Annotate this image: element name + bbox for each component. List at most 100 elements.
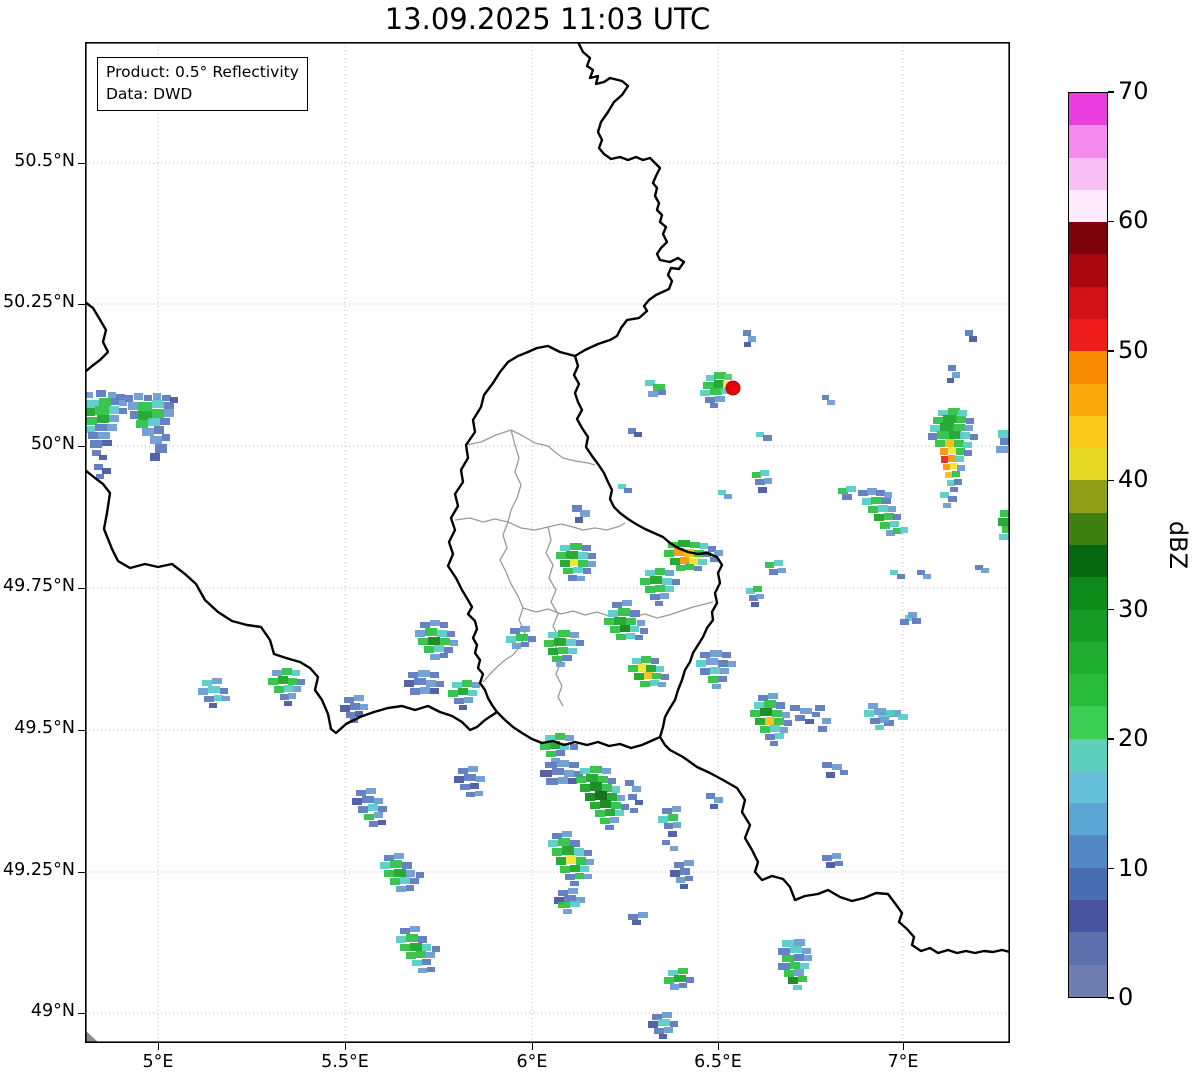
radar-echo-cell — [658, 682, 666, 687]
radar-echo-cell — [569, 762, 579, 768]
radar-echo-cell — [570, 632, 579, 638]
radar-echo-cell — [622, 600, 632, 606]
radar-echo-cell — [774, 560, 783, 566]
x-axis-tick — [902, 1043, 904, 1050]
radar-echo-cell — [608, 778, 616, 784]
radar-echo-cell — [595, 791, 607, 800]
radar-echo-cell — [818, 726, 827, 732]
radar-echo-cell — [562, 655, 572, 661]
radar-echo-cell — [708, 676, 718, 683]
radar-echo-cell — [420, 687, 430, 694]
radar-echo-cell — [750, 710, 760, 717]
radar-echo-cell — [680, 868, 690, 875]
radar-echo-cell — [562, 846, 574, 855]
radar-echo-cell — [152, 409, 164, 418]
radar-echo-cell — [690, 542, 700, 548]
radar-echo-cell — [611, 802, 621, 809]
colorbar-segment — [1069, 609, 1107, 642]
radar-echo-cell — [635, 635, 643, 640]
radar-echo-cell — [356, 790, 366, 796]
radar-echo-cell — [874, 708, 886, 715]
radar-echo-cell — [568, 648, 577, 654]
radar-echo-cell — [662, 1012, 672, 1018]
radar-echo-cell — [698, 559, 707, 565]
radar-echo-cell — [570, 901, 580, 907]
radar-echo-cell — [288, 678, 297, 685]
radar-echo-cell — [454, 698, 464, 704]
radar-echo-cell — [780, 727, 788, 733]
radar-echo-cell — [768, 693, 778, 699]
radar-echo-cell — [948, 455, 956, 462]
radar-echo-cell — [346, 712, 355, 718]
radar-echo-cell — [99, 455, 107, 460]
radar-echo-cell — [941, 456, 948, 463]
radar-echo-cell — [466, 792, 475, 797]
map-frame-border — [85, 42, 1010, 1043]
radar-echo-cell — [744, 342, 751, 347]
radar-echo-cell — [544, 640, 554, 647]
radar-echo-cell — [870, 718, 880, 724]
radar-echo-cell — [890, 521, 899, 527]
colorbar-tick — [1108, 479, 1114, 482]
radar-echo-cell — [890, 570, 898, 575]
radar-echo-cell — [94, 464, 103, 470]
radar-echo-cell — [558, 630, 570, 637]
radar-echo-cell — [760, 708, 772, 716]
radar-echo-cell — [390, 878, 400, 885]
radar-echo-cell — [394, 853, 404, 859]
radar-echo-cell — [580, 784, 590, 792]
radar-echo-cell — [556, 662, 565, 667]
radar-echo-cell — [554, 638, 566, 646]
radar-echo-cell — [600, 800, 611, 808]
x-axis-tick-label: 7°E — [887, 1052, 919, 1072]
radar-echo-cell — [658, 816, 668, 823]
radar-echo-cell — [625, 780, 634, 786]
radar-echo-cell — [556, 857, 566, 865]
radar-echo-cell — [414, 678, 426, 685]
radar-echo-cell — [948, 496, 957, 502]
radar-echo-cell — [583, 568, 591, 574]
radar-echo-cell — [400, 877, 410, 884]
y-axis-tick-label: 50.25°N — [3, 292, 75, 312]
radar-echo-cell — [630, 808, 638, 813]
radar-echo-cell — [396, 936, 406, 943]
radar-echo-cell — [568, 575, 577, 581]
radar-echo-cell — [875, 725, 884, 730]
colorbar-tick-label: 20 — [1118, 724, 1149, 753]
radar-echo-cell — [654, 1028, 664, 1034]
radar-echo-cell — [630, 626, 639, 632]
radar-echo-cell — [963, 442, 972, 448]
radar-echo-cell — [772, 710, 782, 717]
radar-echo-cell — [948, 447, 956, 454]
radar-echo-cell — [641, 656, 651, 663]
radar-echo-cell — [948, 365, 956, 371]
radar-echo-cell — [645, 586, 655, 593]
radar-echo-cell — [628, 914, 638, 920]
radar-echo-cell — [468, 766, 478, 772]
x-axis-tick-label: 6°E — [516, 1052, 548, 1072]
district-border — [482, 521, 526, 683]
colorbar-tick-label: 60 — [1118, 206, 1149, 235]
radar-echo-cell — [520, 626, 530, 632]
radar-echo-cell — [676, 877, 685, 883]
radar-echo-cell — [558, 838, 570, 846]
radar-echo-cell — [943, 503, 951, 508]
radar-echo-cell — [743, 330, 751, 336]
radar-echo-cell — [590, 782, 602, 791]
radar-echo-cell — [548, 648, 558, 655]
radar-echo-cell — [710, 804, 718, 809]
radar-echo-cell — [645, 570, 655, 576]
radar-echo-cell — [607, 793, 617, 801]
y-axis-tick-label: 49.5°N — [14, 718, 75, 738]
radar-echo-cell — [778, 568, 786, 573]
radar-echo-cell — [521, 642, 529, 647]
radar-echo-cell — [897, 574, 905, 579]
radar-echo-cell — [644, 672, 653, 679]
radar-echo-cell — [558, 777, 568, 784]
radar-echo-cell — [468, 690, 477, 696]
radar-echo-cell — [665, 570, 674, 576]
radar-echo-cell — [368, 804, 378, 811]
radar-echo-cell — [506, 636, 516, 643]
radar-echo-cell — [778, 948, 790, 955]
radar-echo-cell — [908, 612, 917, 618]
